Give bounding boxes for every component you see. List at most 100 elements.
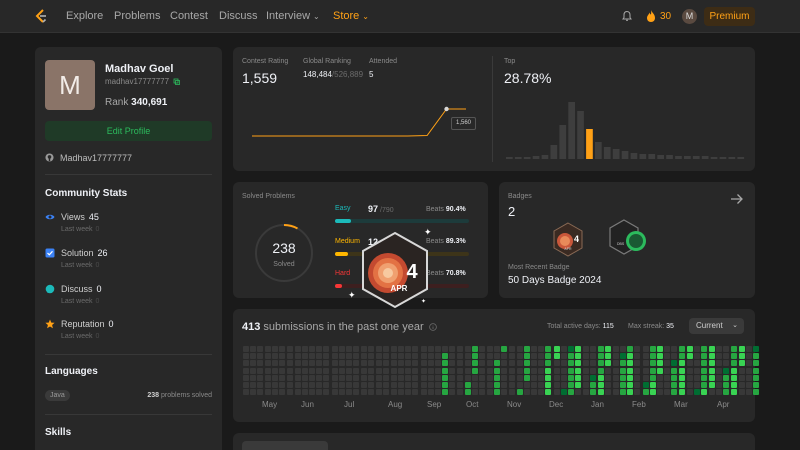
heatmap-cell[interactable] xyxy=(301,382,308,388)
heatmap-cell[interactable] xyxy=(568,382,575,388)
heatmap-cell[interactable] xyxy=(531,389,537,396)
heatmap-cell[interactable] xyxy=(420,367,427,374)
heatmap-cell[interactable] xyxy=(465,360,471,367)
heatmap-cell[interactable] xyxy=(376,367,383,374)
heatmap-cell[interactable] xyxy=(501,353,507,360)
heatmap-cell[interactable] xyxy=(694,374,701,381)
heatmap-cell[interactable] xyxy=(649,382,656,388)
heatmap-cell[interactable] xyxy=(619,360,626,367)
heatmap-cell[interactable] xyxy=(339,360,345,367)
heatmap-cell[interactable] xyxy=(493,374,500,381)
heatmap-cell[interactable] xyxy=(442,353,449,360)
heatmap-cell[interactable] xyxy=(331,367,338,374)
heatmap-cell[interactable] xyxy=(309,360,315,367)
heatmap-cell[interactable] xyxy=(708,346,715,352)
heatmap-cell[interactable] xyxy=(634,374,641,381)
heatmap-cell[interactable] xyxy=(687,346,693,352)
heatmap-cell[interactable] xyxy=(509,374,516,381)
heatmap-cell[interactable] xyxy=(353,367,360,374)
heatmap-cell[interactable] xyxy=(678,367,685,374)
heatmap-cell[interactable] xyxy=(472,367,479,374)
heatmap-cell[interactable] xyxy=(271,367,278,374)
heatmap-cell[interactable] xyxy=(339,389,345,396)
heatmap-cell[interactable] xyxy=(501,367,507,374)
heatmap-cell[interactable] xyxy=(264,353,271,360)
heatmap-cell[interactable] xyxy=(657,382,663,388)
heatmap-cell[interactable] xyxy=(531,367,537,374)
heatmap-cell[interactable] xyxy=(250,382,257,388)
heatmap-cell[interactable] xyxy=(323,382,330,388)
heatmap-cell[interactable] xyxy=(243,360,249,367)
heatmap-cell[interactable] xyxy=(642,353,649,360)
heatmap-cell[interactable] xyxy=(738,389,745,396)
heatmap-cell[interactable] xyxy=(250,346,257,352)
heatmap-cell[interactable] xyxy=(472,353,479,360)
heatmap-cell[interactable] xyxy=(612,346,619,352)
nav-store[interactable]: Store ⌄ xyxy=(333,10,369,22)
heatmap-cell[interactable] xyxy=(316,382,323,388)
heatmap-cell[interactable] xyxy=(642,382,649,388)
heatmap-cell[interactable] xyxy=(331,374,338,381)
heatmap-cell[interactable] xyxy=(598,374,605,381)
heatmap-cell[interactable] xyxy=(745,389,752,396)
logo-icon[interactable] xyxy=(33,8,49,24)
heatmap-cell[interactable] xyxy=(294,374,301,381)
heatmap-cell[interactable] xyxy=(538,382,545,388)
heatmap-cell[interactable] xyxy=(397,389,404,396)
heatmap-cell[interactable] xyxy=(442,382,449,388)
heatmap-cell[interactable] xyxy=(449,374,456,381)
heatmap-cell[interactable] xyxy=(723,346,729,352)
heatmap-cell[interactable] xyxy=(538,367,545,374)
heatmap-cell[interactable] xyxy=(516,346,523,352)
heatmap-cell[interactable] xyxy=(694,389,701,396)
heatmap-cell[interactable] xyxy=(243,353,249,360)
heatmap-cell[interactable] xyxy=(316,374,323,381)
heatmap-cell[interactable] xyxy=(731,360,738,367)
heatmap-cell[interactable] xyxy=(465,374,471,381)
heatmap-cell[interactable] xyxy=(271,346,278,352)
heatmap-cell[interactable] xyxy=(753,346,759,352)
heatmap-cell[interactable] xyxy=(279,346,285,352)
heatmap-cell[interactable] xyxy=(271,360,278,367)
heatmap-cell[interactable] xyxy=(501,360,507,367)
heatmap-cell[interactable] xyxy=(271,382,278,388)
heatmap-cell[interactable] xyxy=(309,367,315,374)
heatmap-cell[interactable] xyxy=(619,389,626,396)
heatmap-cell[interactable] xyxy=(694,382,701,388)
heatmap-cell[interactable] xyxy=(294,360,301,367)
heatmap-cell[interactable] xyxy=(634,389,641,396)
heatmap-cell[interactable] xyxy=(493,382,500,388)
heatmap-cell[interactable] xyxy=(367,389,374,396)
heatmap-cell[interactable] xyxy=(745,367,752,374)
bell-icon[interactable] xyxy=(621,10,633,22)
heatmap-cell[interactable] xyxy=(279,374,285,381)
heatmap-cell[interactable] xyxy=(553,382,560,388)
heatmap-cell[interactable] xyxy=(687,353,693,360)
heatmap-cell[interactable] xyxy=(523,367,530,374)
heatmap-cell[interactable] xyxy=(435,353,441,360)
heatmap-cell[interactable] xyxy=(412,389,419,396)
heatmap-cell[interactable] xyxy=(612,382,619,388)
heatmap-cell[interactable] xyxy=(493,353,500,360)
heatmap-cell[interactable] xyxy=(271,353,278,360)
heatmap-cell[interactable] xyxy=(701,374,708,381)
heatmap-cell[interactable] xyxy=(715,346,722,352)
heatmap-cell[interactable] xyxy=(678,382,685,388)
heatmap-cell[interactable] xyxy=(353,374,360,381)
heatmap-cell[interactable] xyxy=(353,346,360,352)
heatmap-cell[interactable] xyxy=(589,367,596,374)
heatmap-cell[interactable] xyxy=(376,346,383,352)
heatmap-cell[interactable] xyxy=(243,346,249,352)
heatmap-cell[interactable] xyxy=(575,374,582,381)
heatmap-cell[interactable] xyxy=(523,353,530,360)
heatmap-cell[interactable] xyxy=(264,346,271,352)
heatmap-cell[interactable] xyxy=(257,367,264,374)
recent-ac-tab[interactable] xyxy=(242,441,328,450)
heatmap-cell[interactable] xyxy=(738,360,745,367)
heatmap-cell[interactable] xyxy=(531,353,537,360)
heatmap-cell[interactable] xyxy=(456,374,463,381)
heatmap-cell[interactable] xyxy=(360,346,367,352)
heatmap-cell[interactable] xyxy=(397,382,404,388)
heatmap-cell[interactable] xyxy=(694,346,701,352)
heatmap-cell[interactable] xyxy=(545,374,552,381)
